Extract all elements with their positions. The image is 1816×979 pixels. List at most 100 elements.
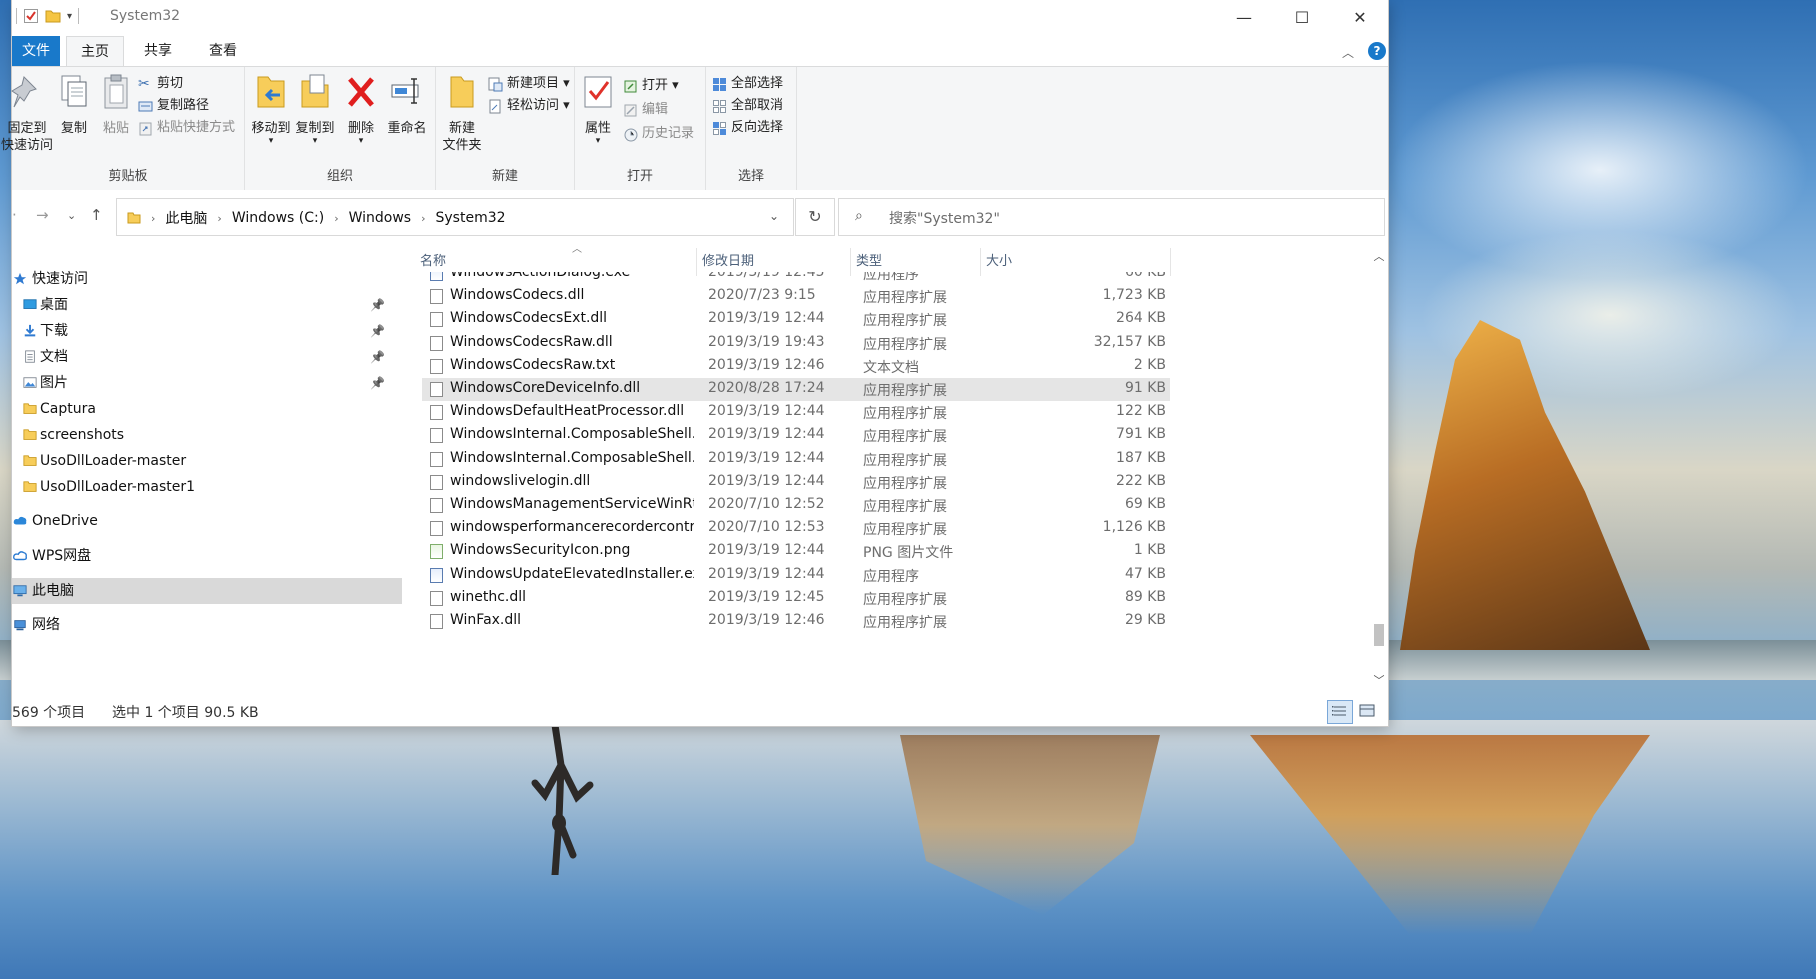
scroll-down-icon[interactable]: ﹀ [1370,672,1388,688]
column-divider[interactable] [1170,248,1171,276]
file-row[interactable]: WindowsDefaultHeatProcessor.dll 2019/3/19… [422,401,1170,424]
copy-to-icon [301,74,329,108]
chevron-right-icon[interactable]: › [421,212,425,225]
pinned-icon[interactable]: 📌 [370,292,385,318]
sidebar-item-wps[interactable]: WPS网盘 [12,543,402,569]
up-arrow-icon[interactable]: ↑ [90,206,103,224]
copy-icon [61,75,87,107]
file-row[interactable]: WindowsSecurityIcon.png 2019/3/19 12:44 PN… [422,540,1170,563]
breadcrumb-c-drive[interactable]: Windows (C:) [232,210,324,226]
sidebar-item-usodllloader-master1[interactable]: UsoDllLoader-master1 [12,474,402,500]
new-folder-icon[interactable] [45,8,61,24]
delete-button[interactable]: 删除 ▾ [339,73,383,146]
back-arrow-icon[interactable]: · [12,206,17,224]
select-none-label: 全部取消 [731,98,784,113]
help-button[interactable]: ? [1368,42,1386,60]
pinned-icon[interactable]: 📌 [370,318,385,344]
properties-check-icon[interactable] [23,8,39,24]
file-row[interactable]: WindowsCodecsRaw.txt 2019/3/19 12:46 文本文档 2… [422,355,1170,378]
tab-share[interactable]: 共享 [130,36,186,66]
address-history-dropdown-icon[interactable]: ⌄ [769,209,779,223]
status-bar: 569 个项目 选中 1 个项目 90.5 KB [12,698,1388,726]
search-box[interactable]: ⌕ 搜索"System32" [838,198,1385,236]
vertical-scrollbar[interactable]: ︿ ﹀ [1370,248,1388,688]
chevron-right-icon[interactable]: › [334,212,338,225]
column-header-type[interactable]: 类型 [856,250,882,269]
recent-locations-dropdown-icon[interactable]: ⌄ [67,209,76,222]
breadcrumb-windows[interactable]: Windows [349,210,412,226]
file-row[interactable]: WindowsUpdateElevatedInstaller.exe 2019/3… [422,564,1170,587]
edit-button[interactable]: 编辑 [623,99,668,121]
large-icons-view-button[interactable] [1355,700,1379,722]
breadcrumb-this-pc[interactable]: 此电脑 [165,208,207,228]
sidebar-item-onedrive[interactable]: OneDrive [12,508,402,534]
sidebar-item-screenshots[interactable]: screenshots [12,422,402,448]
sidebar-item-item-2[interactable]: 下载 📌 [12,318,402,344]
address-bar[interactable]: › 此电脑 › Windows (C:) › Windows › System3… [116,198,794,236]
column-header-size[interactable]: 大小 [986,250,1012,269]
sidebar-item-captura[interactable]: Captura [12,396,402,422]
rename-icon [391,78,419,104]
maximize-button[interactable]: ☐ [1273,0,1331,34]
column-divider[interactable] [696,248,697,276]
chevron-right-icon[interactable]: › [151,212,155,225]
file-row[interactable]: windowslivelogin.dll 2019/3/19 12:44 应用程序扩… [422,471,1170,494]
column-divider[interactable] [980,248,981,276]
select-none-button[interactable]: 全部取消 [712,95,783,117]
sidebar-item-item-12[interactable]: 网络 [12,612,402,638]
sidebar-item-item-1[interactable]: 桌面 📌 [12,292,402,318]
close-button[interactable]: ✕ [1331,0,1389,34]
file-name: windowslivelogin.dll [450,472,591,489]
copy-to-button[interactable]: 复制到 ▾ [289,73,341,146]
large-icons-view-icon [1359,704,1375,717]
breadcrumb-system32[interactable]: System32 [436,210,506,226]
column-header-date[interactable]: 修改日期 [702,250,754,269]
collapse-ribbon-icon[interactable]: ︿ [1342,44,1354,61]
file-row[interactable]: WindowsManagementServiceWinRt.... 2020/7/… [422,494,1170,517]
paste-button[interactable]: 粘贴 [90,73,142,137]
open-button[interactable]: 打开 ▾ [623,75,679,97]
new-folder-button[interactable]: 新建 文件夹 [436,73,488,154]
sidebar-item-usodllloader-master[interactable]: UsoDllLoader-master [12,448,402,474]
file-row[interactable]: WindowsCoreDeviceInfo.dll 2020/8/28 17:24… [422,378,1170,401]
easy-access-button[interactable]: 轻松访问 ▾ [488,95,570,117]
column-header-name[interactable]: 名称 [420,250,446,269]
refresh-button[interactable]: ↻ [795,198,835,236]
pinned-icon[interactable]: 📌 [370,370,385,396]
sidebar-item-item-3[interactable]: 文档 📌 [12,344,402,370]
sidebar-item-item-4[interactable]: 图片 📌 [12,370,402,396]
select-all-button[interactable]: 全部选择 [712,73,783,95]
tab-file[interactable]: 文件 [12,36,60,66]
file-row[interactable]: WinFax.dll 2019/3/19 12:46 应用程序扩展 29 KB [422,610,1170,633]
copy-path-button[interactable]: 复制路径 [138,95,209,117]
chevron-right-icon[interactable]: › [217,212,221,225]
file-row[interactable]: windowsperformancerecordercontr... 2020/7… [422,517,1170,540]
minimize-button[interactable]: — [1215,0,1273,34]
paste-shortcut-button[interactable]: 粘贴快捷方式 [138,117,235,139]
new-item-button[interactable]: 新建项目 ▾ [488,73,570,95]
file-row[interactable]: winethc.dll 2019/3/19 12:45 应用程序扩展 89 KB [422,587,1170,610]
title-bar[interactable]: ▾ System32 — ☐ ✕ [12,0,1388,34]
tab-home[interactable]: 主页 [66,36,124,67]
forward-arrow-icon[interactable]: → [36,206,49,224]
tab-view[interactable]: 查看 [195,36,251,66]
rename-button[interactable]: 重命名 [381,73,433,137]
details-view-button[interactable] [1327,700,1353,724]
customize-toolbar-dropdown-icon[interactable]: ▾ [67,11,72,22]
pinned-icon[interactable]: 📌 [370,344,385,370]
sidebar-item-item-0[interactable]: 快速访问 [12,266,402,292]
file-row[interactable]: WindowsCodecsExt.dll 2019/3/19 12:44 应用程序扩… [422,308,1170,331]
scroll-up-icon[interactable]: ︿ [1370,248,1388,264]
file-row[interactable]: WindowsInternal.ComposableShell.D... 2019… [422,448,1170,471]
cut-button[interactable]: ✂ 剪切 [138,73,183,95]
file-row[interactable]: WindowsCodecsRaw.dll 2019/3/19 19:43 应用程序扩… [422,332,1170,355]
file-type: 文本文档 [863,359,919,376]
history-button[interactable]: 历史记录 [623,123,694,145]
scrollbar-thumb[interactable] [1374,624,1384,646]
properties-button[interactable]: 属性 ▾ [575,73,621,146]
sidebar-item-item-11[interactable]: 此电脑 [12,578,402,604]
file-row[interactable]: WindowsCodecs.dll 2020/7/23 9:15 应用程序扩展 1,7… [422,285,1170,308]
column-divider[interactable] [850,248,851,276]
invert-selection-button[interactable]: 反向选择 [712,117,783,139]
file-row[interactable]: WindowsInternal.ComposableShell.C... 2019… [422,424,1170,447]
